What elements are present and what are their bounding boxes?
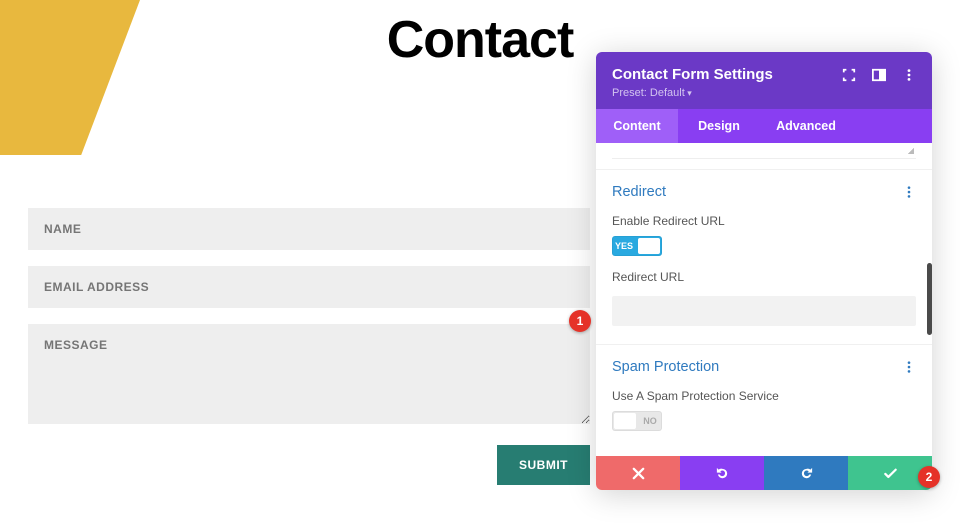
spam-service-toggle[interactable]: NO xyxy=(612,411,662,431)
settings-panel: Contact Form Settings Preset: Default Co… xyxy=(596,52,932,490)
redirect-url-input[interactable] xyxy=(612,296,916,326)
undo-button[interactable] xyxy=(680,456,764,490)
previous-section-resize-handle[interactable] xyxy=(612,143,916,159)
annotation-callout-2: 2 xyxy=(918,466,940,488)
contact-form: SUBMIT xyxy=(28,208,590,485)
close-icon xyxy=(631,466,646,481)
redirect-section-menu-icon[interactable] xyxy=(902,185,916,199)
undo-icon xyxy=(715,466,730,481)
spam-section-title: Spam Protection xyxy=(612,359,719,375)
redirect-url-label: Redirect URL xyxy=(612,270,916,284)
panel-header: Contact Form Settings Preset: Default xyxy=(596,52,932,109)
email-field[interactable] xyxy=(28,266,590,308)
tab-design[interactable]: Design xyxy=(678,109,760,143)
spam-section-menu-icon[interactable] xyxy=(902,360,916,374)
expand-icon[interactable] xyxy=(842,68,856,82)
redo-button[interactable] xyxy=(764,456,848,490)
panel-body[interactable]: Redirect Enable Redirect URL YES Redirec… xyxy=(596,143,932,456)
check-icon xyxy=(883,466,898,481)
annotation-callout-1: 1 xyxy=(569,310,591,332)
message-field[interactable] xyxy=(28,324,590,424)
scrollbar-thumb[interactable] xyxy=(927,263,932,335)
redo-icon xyxy=(799,466,814,481)
section-redirect: Redirect Enable Redirect URL YES Redirec… xyxy=(596,169,932,344)
enable-redirect-label: Enable Redirect URL xyxy=(612,214,916,228)
section-spam-protection: Spam Protection Use A Spam Protection Se… xyxy=(596,344,932,452)
name-field[interactable] xyxy=(28,208,590,250)
preset-selector[interactable]: Preset: Default xyxy=(612,87,916,99)
cancel-button[interactable] xyxy=(596,456,680,490)
panel-tabs: Content Design Advanced xyxy=(596,109,932,143)
panel-title: Contact Form Settings xyxy=(612,66,773,83)
kebab-menu-icon[interactable] xyxy=(902,68,916,82)
tab-advanced[interactable]: Advanced xyxy=(760,109,852,143)
submit-button[interactable]: SUBMIT xyxy=(497,445,590,485)
snap-icon[interactable] xyxy=(872,68,886,82)
enable-redirect-toggle[interactable]: YES xyxy=(612,236,662,256)
redirect-section-title: Redirect xyxy=(612,184,666,200)
spam-service-label: Use A Spam Protection Service xyxy=(612,389,916,403)
toggle-no-label: NO xyxy=(638,411,662,431)
toggle-yes-label: YES xyxy=(612,236,636,256)
tab-content[interactable]: Content xyxy=(596,109,678,143)
panel-footer xyxy=(596,456,932,490)
